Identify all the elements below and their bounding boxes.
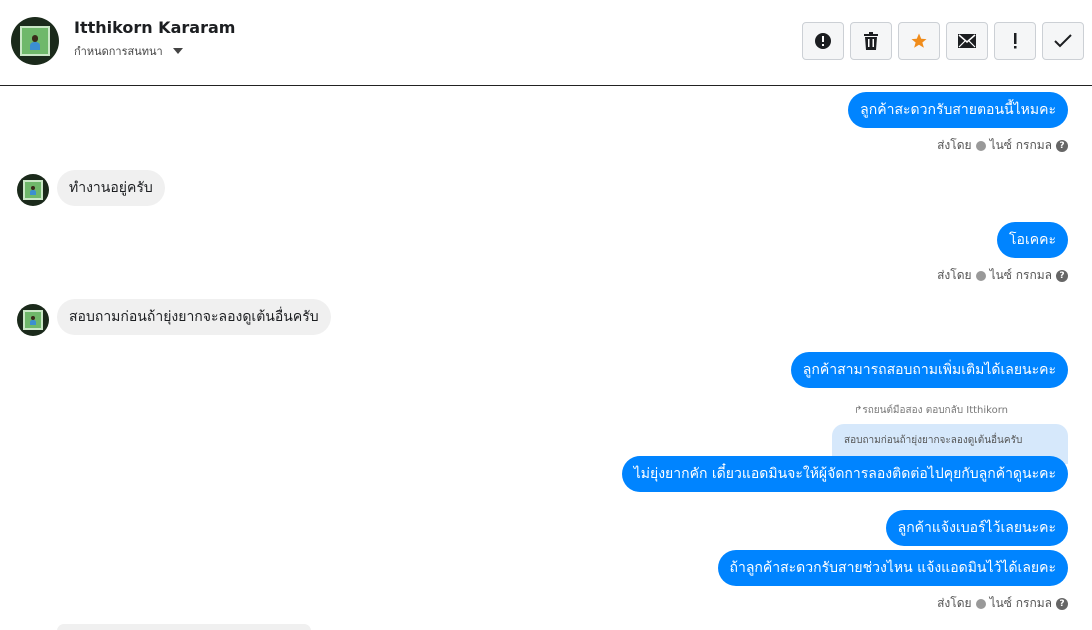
- incoming-message-partial: [57, 624, 311, 630]
- check-circle-icon: [975, 140, 986, 151]
- sent-by-label: ส่งโดย: [937, 596, 972, 610]
- sent-by-label: ส่งโดย: [937, 138, 972, 152]
- star-button[interactable]: [898, 22, 940, 60]
- conversation-setting-label: กำหนดการสนทนา: [74, 45, 163, 58]
- alert-button[interactable]: [802, 22, 844, 60]
- delete-button[interactable]: [850, 22, 892, 60]
- help-icon[interactable]: ?: [1056, 597, 1068, 610]
- avatar[interactable]: [17, 304, 49, 336]
- avatar[interactable]: [17, 174, 49, 206]
- envelope-icon: [958, 34, 976, 48]
- help-icon[interactable]: ?: [1056, 139, 1068, 152]
- alert-circle-icon: [815, 33, 831, 49]
- reply-note: ↱รถยนต์มือสอง ตอบกลับ Itthikorn: [853, 405, 1008, 416]
- action-toolbar: [802, 22, 1084, 60]
- check-circle-icon: [975, 270, 986, 281]
- sent-by-label: ส่งโดย: [937, 268, 972, 282]
- check-circle-icon: [975, 598, 986, 609]
- trash-icon: [864, 32, 878, 50]
- outgoing-message[interactable]: ไม่ยุ่งยากคัก เดี๋ยวแอดมินจะให้ผู้จัดการ…: [621, 456, 1068, 492]
- sent-by-agent: ไนซ์ กรกมล: [989, 596, 1052, 610]
- sent-by-info: ส่งโดย ไนซ์ กรกมล ?: [937, 266, 1068, 285]
- important-button[interactable]: [994, 22, 1036, 60]
- sent-by-info: ส่งโดย ไนซ์ กรกมล ?: [937, 136, 1068, 155]
- caret-down-icon: [172, 48, 183, 54]
- outgoing-message[interactable]: ลูกค้าสะดวกรับสายตอนนี้ไหมคะ: [848, 92, 1068, 128]
- help-icon[interactable]: ?: [1056, 269, 1068, 282]
- sent-by-info: ส่งโดย ไนซ์ กรกมล ?: [937, 594, 1068, 613]
- outgoing-message[interactable]: ลูกค้าสามารถสอบถามเพิ่มเติมได้เลยนะคะ: [790, 352, 1068, 388]
- sent-by-agent: ไนซ์ กรกมล: [989, 268, 1052, 282]
- outgoing-message[interactable]: ถ้าลูกค้าสะดวกรับสายช่วงไหน แจ้งแอดมินไว…: [717, 550, 1068, 586]
- mark-done-button[interactable]: [1042, 22, 1084, 60]
- email-button[interactable]: [946, 22, 988, 60]
- conversation-setting-dropdown[interactable]: กำหนดการสนทนา: [74, 42, 183, 60]
- star-icon: [911, 33, 927, 48]
- conversation-header: Itthikorn Kararam กำหนดการสนทนา: [0, 0, 1092, 86]
- outgoing-message[interactable]: ลูกค้าแจ้งเบอร์ไว้เลยนะคะ: [885, 510, 1068, 546]
- sent-by-agent: ไนซ์ กรกมล: [989, 138, 1052, 152]
- avatar[interactable]: [11, 17, 59, 65]
- exclamation-icon: [1014, 33, 1017, 49]
- outgoing-message[interactable]: โอเคคะ: [997, 222, 1068, 258]
- incoming-message[interactable]: สอบถามก่อนถ้ายุ่งยากจะลองดูเต้นอื่นครับ: [57, 299, 331, 335]
- contact-name[interactable]: Itthikorn Kararam: [74, 18, 235, 37]
- check-icon: [1054, 34, 1072, 48]
- incoming-message[interactable]: ทำงานอยู่ครับ: [57, 170, 165, 206]
